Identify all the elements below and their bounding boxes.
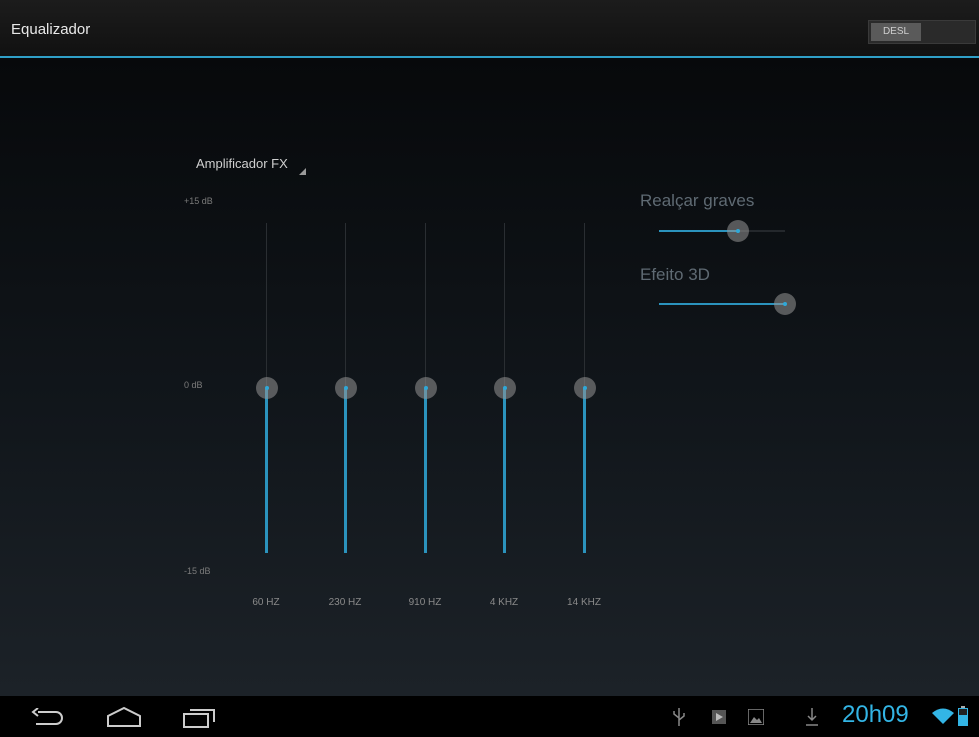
- battery-icon: [958, 706, 968, 726]
- band-fill: [424, 388, 427, 553]
- db-mid-label: 0 dB: [184, 380, 203, 390]
- back-icon[interactable]: [30, 708, 66, 726]
- home-icon[interactable]: [106, 706, 142, 728]
- virtualizer-fill: [659, 303, 785, 305]
- band-frequency-label: 230 HZ: [328, 597, 362, 608]
- band-slider-thumb[interactable]: [256, 377, 278, 399]
- band-fill: [583, 388, 586, 553]
- virtualizer-label: Efeito 3D: [640, 265, 710, 284]
- equalizer-panel: Amplificador FX +15 dB 0 dB -15 dB 60 HZ…: [0, 58, 979, 696]
- db-max-label: +15 dB: [184, 196, 213, 206]
- status-clock: 20h09: [842, 701, 909, 728]
- gallery-icon: [748, 709, 764, 725]
- band-frequency-label: 4 KHZ: [489, 597, 519, 608]
- band-slider-thumb[interactable]: [415, 377, 437, 399]
- band-frequency-label: 14 KHZ: [567, 597, 601, 608]
- band-slider-thumb[interactable]: [574, 377, 596, 399]
- download-icon: [806, 708, 818, 726]
- band-fill: [265, 388, 268, 553]
- band-slider-thumb[interactable]: [335, 377, 357, 399]
- band-slider-thumb[interactable]: [494, 377, 516, 399]
- band-fill: [503, 388, 506, 553]
- virtualizer-slider-thumb[interactable]: [774, 293, 796, 315]
- bass-boost-label: Realçar graves: [640, 191, 755, 210]
- band-frequency-label: 910 HZ: [408, 597, 442, 608]
- media-play-icon: [712, 710, 726, 724]
- wifi-icon: [932, 708, 954, 724]
- equalizer-toggle[interactable]: DESL: [868, 20, 976, 44]
- db-min-label: -15 dB: [184, 566, 211, 576]
- preset-label: Amplificador FX: [196, 156, 288, 171]
- bass-boost-slider-thumb[interactable]: [727, 220, 750, 242]
- band-frequency-label: 60 HZ: [252, 597, 280, 608]
- preset-dropdown[interactable]: Amplificador FX: [196, 156, 306, 175]
- navigation-bar: 20h09: [0, 696, 979, 737]
- toggle-label: DESL: [871, 23, 921, 41]
- page-title: Equalizador: [11, 21, 91, 38]
- dropdown-triangle-icon: [298, 168, 306, 175]
- band-fill: [344, 388, 347, 553]
- recent-apps-icon[interactable]: [182, 705, 218, 729]
- usb-icon: [673, 708, 685, 726]
- action-bar: Equalizador DESL: [0, 0, 979, 58]
